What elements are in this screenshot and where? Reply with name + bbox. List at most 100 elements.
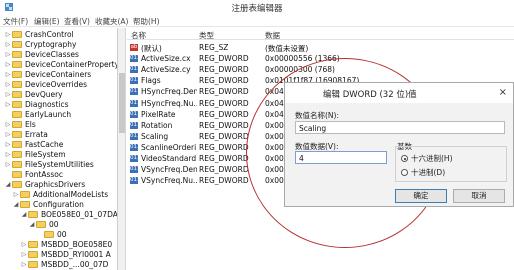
collapsed-arrow-icon[interactable]: ▷ <box>4 151 12 158</box>
tree-item-label: BOE058E0_01_07DA <box>41 210 118 219</box>
tree-item-label: FastCache <box>25 140 64 149</box>
title-bar: 注册表编辑器 <box>0 0 514 14</box>
tree-item-label: 00 <box>49 220 59 229</box>
collapsed-arrow-icon[interactable]: ▷ <box>4 61 12 68</box>
value-name: VSyncFreq.Nu... <box>141 176 197 186</box>
radio-hex-label: 十六进制(H) <box>411 154 453 163</box>
collapsed-arrow-icon[interactable]: ▷ <box>4 31 12 38</box>
folder-icon <box>12 111 22 118</box>
folder-icon <box>28 241 38 248</box>
dword-value-icon: 011 <box>130 55 138 63</box>
cancel-button[interactable]: 取消 <box>453 189 505 203</box>
dword-value-icon: 011 <box>130 143 138 151</box>
column-name-header[interactable]: 名称 <box>131 30 146 41</box>
tree-item-label: DeviceContainerPropertyU <box>25 60 118 69</box>
column-data-header[interactable]: 数据 <box>265 30 280 41</box>
list-header: 名称 类型 数据 <box>127 28 514 40</box>
menu-favorites[interactable]: 收藏夹(A) <box>95 16 128 27</box>
expanded-arrow-icon[interactable]: ◢ <box>4 181 12 188</box>
collapsed-arrow-icon[interactable]: ▷ <box>20 261 28 268</box>
value-name: Rotation <box>141 120 173 130</box>
menu-view[interactable]: 查看(V) <box>64 16 90 27</box>
collapsed-arrow-icon[interactable]: ▷ <box>4 91 12 98</box>
column-type-header[interactable]: 类型 <box>199 30 214 41</box>
folder-icon <box>28 261 38 268</box>
expanded-arrow-icon[interactable]: ◢ <box>28 221 36 228</box>
value-name-label: 数值名称(N): <box>295 111 339 120</box>
folder-icon <box>12 51 22 58</box>
value-name-field[interactable]: Scaling <box>295 121 505 134</box>
value-type: REG_DWORD <box>199 176 249 186</box>
tree-item-label: DeviceOverrides <box>25 80 88 89</box>
tree-item-label: MSBDD_RYI0001 A <box>41 250 111 259</box>
collapsed-arrow-icon[interactable]: ▷ <box>4 131 12 138</box>
value-name: ActiveSize.cy <box>141 65 191 75</box>
collapsed-arrow-icon[interactable]: ▷ <box>4 71 12 78</box>
dword-value-icon: 011 <box>130 166 138 174</box>
folder-icon <box>12 71 22 78</box>
value-row[interactable]: ab (默认) REG_SZ (数值未设置) <box>127 42 514 53</box>
tree-item-label: DeviceClasses <box>25 50 79 59</box>
tree-item-label: FileSystem <box>25 150 66 159</box>
collapsed-arrow-icon[interactable]: ▷ <box>4 161 12 168</box>
registry-key-tree[interactable]: ▷ CrashControl ▷ Cryptography ▷ DeviceClasses… <box>0 28 118 270</box>
expanded-arrow-icon[interactable]: ◢ <box>20 211 28 218</box>
menu-edit[interactable]: 编辑(E) <box>34 16 60 27</box>
tree-scrollbar-thumb[interactable] <box>119 73 125 133</box>
collapsed-arrow-icon[interactable]: ▷ <box>20 241 28 248</box>
edit-dword-dialog: 编辑 DWORD (32 位)值 × 数值名称(N): Scaling 数值数据… <box>284 82 514 207</box>
ok-button[interactable]: 确定 <box>395 189 447 203</box>
folder-icon <box>12 81 22 88</box>
value-type: REG_DWORD <box>199 54 249 64</box>
value-type: REG_SZ <box>199 43 229 52</box>
folder-icon <box>12 31 22 38</box>
menu-file[interactable]: 文件(F) <box>3 16 28 27</box>
tree-item-label: Configuration <box>33 200 84 209</box>
menu-help[interactable]: 帮助(H) <box>133 16 160 27</box>
tree-item-label: CrashControl <box>25 30 74 39</box>
value-name: PixelRate <box>141 109 176 119</box>
collapsed-arrow-icon[interactable]: ▷ <box>12 191 20 198</box>
dialog-title-bar: 编辑 DWORD (32 位)值 × <box>285 83 513 103</box>
value-type: REG_DWORD <box>199 65 249 75</box>
collapsed-arrow-icon[interactable]: ▷ <box>4 51 12 58</box>
value-name: Flags <box>141 76 161 86</box>
radio-unselected-icon <box>401 169 408 176</box>
value-data-input[interactable]: 4 <box>295 151 387 164</box>
folder-icon <box>12 121 22 128</box>
dword-value-icon: 011 <box>130 77 138 85</box>
folder-icon <box>12 91 22 98</box>
radio-dec-label: 十进制(D) <box>411 168 446 177</box>
tree-scrollbar[interactable] <box>118 28 126 270</box>
collapsed-arrow-icon[interactable]: ▷ <box>4 81 12 88</box>
tree-item-label: AdditionalModeLists <box>33 190 109 199</box>
expanded-arrow-icon[interactable]: ◢ <box>12 201 20 208</box>
radio-hexadecimal[interactable]: 十六进制(H) <box>401 153 453 164</box>
tree-item-label: 00 <box>57 230 67 239</box>
value-name: HSyncFreq.Den... <box>141 87 197 97</box>
folder-icon <box>12 181 22 188</box>
collapsed-arrow-icon[interactable]: ▷ <box>4 101 12 108</box>
collapsed-arrow-icon[interactable]: ▷ <box>4 141 12 148</box>
folder-icon <box>12 131 22 138</box>
tree-item[interactable]: ▷ MSBDD_...00_07D <box>20 259 109 270</box>
value-name: Scaling <box>141 131 169 141</box>
string-value-icon: ab <box>130 44 138 51</box>
tree-item-label: Errata <box>25 130 48 139</box>
folder-icon <box>12 61 22 68</box>
value-name: ActiveSize.cx <box>141 54 191 64</box>
tree-item-label: Cryptography <box>25 40 77 49</box>
value-type: REG_DWORD <box>199 131 249 141</box>
folder-icon <box>12 161 22 168</box>
collapsed-arrow-icon[interactable]: ▷ <box>4 41 12 48</box>
dword-value-icon: 011 <box>130 110 138 118</box>
close-icon[interactable]: × <box>499 87 507 98</box>
dword-value-icon: 011 <box>130 121 138 129</box>
collapsed-arrow-icon[interactable]: ▷ <box>4 121 12 128</box>
radio-decimal[interactable]: 十进制(D) <box>401 167 445 178</box>
collapsed-arrow-icon[interactable]: ▷ <box>20 251 28 258</box>
radio-selected-icon <box>401 155 408 162</box>
value-type: REG_DWORD <box>199 109 249 119</box>
folder-icon <box>12 101 22 108</box>
value-type: REG_DWORD <box>199 76 249 86</box>
